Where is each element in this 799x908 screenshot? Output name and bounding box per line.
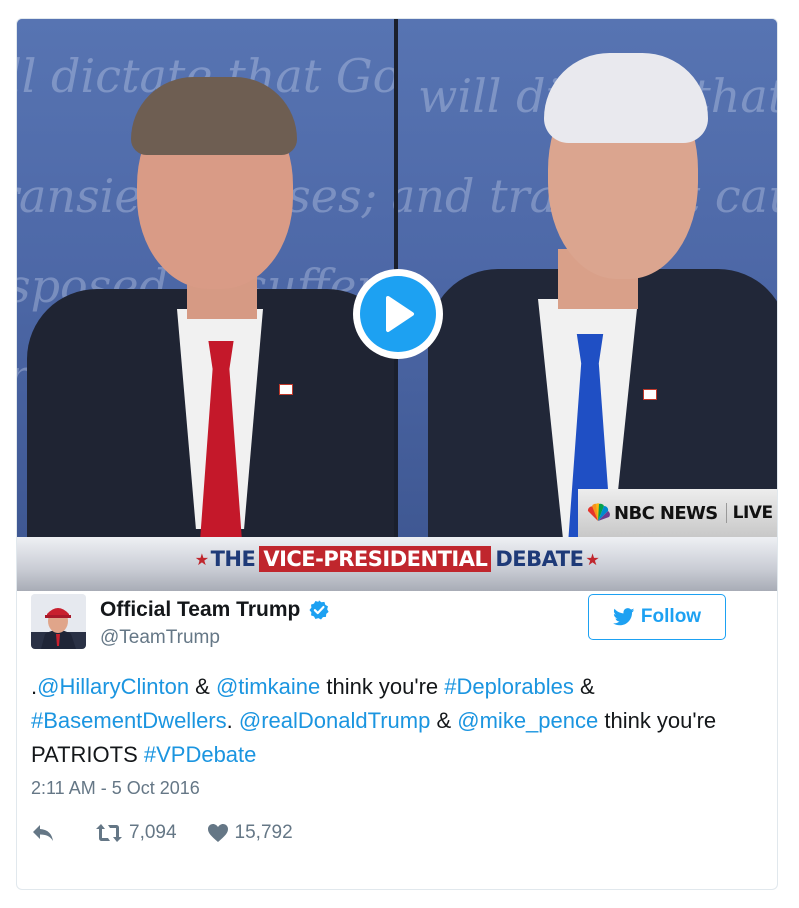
- retweet-button[interactable]: 7,094: [95, 822, 177, 844]
- mention-realdonaldtrump[interactable]: @realDonaldTrump: [239, 708, 430, 733]
- twitter-bird-icon: [612, 608, 635, 626]
- like-button[interactable]: 15,792: [207, 822, 293, 844]
- hashtag-deplorables[interactable]: #Deplorables: [444, 674, 574, 699]
- hashtag-vpdebate[interactable]: #VPDebate: [144, 742, 257, 767]
- banner-the: THE: [210, 547, 256, 571]
- hashtag-basementdwellers[interactable]: #BasementDwellers: [31, 708, 227, 733]
- text-part: &: [430, 708, 458, 733]
- video-left-panel: ll dictate that Gov ransient causes; and…: [17, 19, 394, 537]
- play-button-circle: [360, 276, 436, 352]
- follow-button-label: Follow: [640, 606, 702, 627]
- retweet-count: 7,094: [129, 822, 177, 843]
- live-label: LIVE: [725, 503, 773, 523]
- star-right-icon: ★: [585, 549, 600, 569]
- author-name-row[interactable]: Official Team Trump: [100, 598, 330, 622]
- like-count: 15,792: [234, 822, 293, 843]
- follow-button[interactable]: Follow: [588, 594, 726, 640]
- star-left-icon: ★: [194, 549, 209, 569]
- nbc-news-label: NBC NEWS: [614, 502, 718, 524]
- video-thumbnail[interactable]: ll dictate that Gov ransient causes; and…: [17, 19, 777, 591]
- user-handle[interactable]: @TeamTrump: [100, 627, 220, 649]
- text-part: &: [573, 674, 595, 699]
- avatar-image: [31, 594, 86, 649]
- text-part: &: [189, 674, 216, 699]
- play-icon: [386, 296, 414, 332]
- reply-icon: [33, 825, 53, 841]
- mention-timkaine[interactable]: @timkaine: [216, 674, 320, 699]
- video-right-panel: will dictate that and transient causes s…: [398, 19, 777, 537]
- retweet-icon: [96, 824, 122, 842]
- tweet-text: . @HillaryClinton & @timkaine think you'r…: [31, 670, 731, 772]
- tweet-actions: 7,094 15,792: [31, 822, 293, 844]
- nbc-peacock-icon: [587, 503, 610, 521]
- heart-icon: [207, 824, 228, 842]
- reply-button[interactable]: [31, 823, 61, 843]
- text-part: .: [226, 708, 239, 733]
- mention-mike-pence[interactable]: @mike_pence: [457, 708, 598, 733]
- display-name[interactable]: Official Team Trump: [100, 598, 300, 622]
- debate-banner: ★ THE VICE-PRESIDENTIAL DEBATE ★: [17, 541, 777, 577]
- text-part: think you're: [320, 674, 445, 699]
- play-button[interactable]: [353, 269, 443, 359]
- banner-vice-presidential: VICE-PRESIDENTIAL: [259, 546, 492, 572]
- mention-hillaryclinton[interactable]: @HillaryClinton: [37, 674, 189, 699]
- nbc-news-live-bug: NBC NEWS LIVE: [578, 489, 777, 537]
- avatar[interactable]: [31, 594, 86, 649]
- tweet-timestamp[interactable]: 2:11 AM - 5 Oct 2016: [31, 778, 200, 799]
- verified-badge-icon: [309, 600, 329, 620]
- banner-debate: DEBATE: [495, 547, 584, 571]
